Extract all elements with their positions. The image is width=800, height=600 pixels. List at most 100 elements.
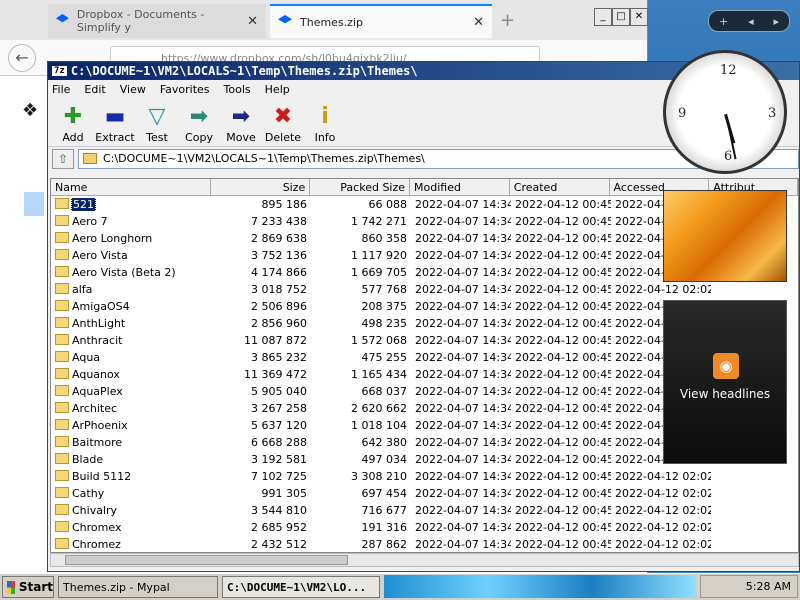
sidebar-controls[interactable]: + ◂ ▸ (708, 10, 790, 32)
address-text: C:\DOCUME~1\VM2\LOCALS~1\Temp\Themes.zip… (103, 152, 425, 165)
minimize-button[interactable]: _ (594, 8, 612, 26)
table-row[interactable]: alfa 3 018 752 577 768 2022-04-07 14:34 2022… (51, 281, 798, 298)
cell-name: AmigaOS4 (51, 300, 211, 313)
info-icon: i (321, 104, 329, 129)
cell-packed: 191 316 (361, 521, 408, 534)
cell-name: Aero 7 (51, 215, 211, 228)
menu-help[interactable]: Help (265, 83, 290, 96)
column-modified[interactable]: Modified (410, 179, 510, 195)
prev-icon[interactable]: ◂ (748, 15, 754, 28)
cell-mod: 2022-04-07 14:34 (415, 453, 511, 466)
column-name[interactable]: Name (51, 179, 211, 195)
tray-clock[interactable]: 5:28 AM (746, 580, 791, 593)
task-7zip[interactable]: C:\DOCUME~1\VM2\LO... (222, 576, 380, 598)
info-button[interactable]: i Info (304, 98, 346, 146)
add-label: Add (62, 131, 84, 144)
next-icon[interactable]: ▸ (774, 15, 780, 28)
menu-tools[interactable]: Tools (224, 83, 251, 96)
column-size[interactable]: Size (211, 179, 311, 195)
dropbox-logo-icon: ❖ (22, 100, 39, 121)
cell-mod: 2022-04-07 14:34 (415, 385, 511, 398)
add-gadget-icon[interactable]: + (719, 15, 728, 28)
new-tab-icon[interactable]: + (500, 10, 515, 31)
tab-dropbox[interactable]: Dropbox - Documents - Simplify y ✕ (48, 4, 266, 38)
cell-packed: 475 255 (361, 351, 408, 364)
extract-button[interactable]: ▬ Extract (94, 98, 136, 146)
scroll-thumb[interactable] (65, 555, 348, 565)
cell-mod: 2022-04-07 14:34 (415, 283, 511, 296)
dropbox-icon (278, 15, 292, 24)
task-mypal[interactable]: Themes.zip - Mypal (58, 576, 218, 598)
menu-file[interactable]: File (52, 83, 70, 96)
column-created[interactable]: Created (510, 179, 610, 195)
taskbar-image (384, 575, 696, 598)
add-button[interactable]: ✚ Add (52, 98, 94, 146)
file-name: Blade (72, 453, 104, 466)
file-name: alfa (72, 283, 93, 296)
tab-strip: Dropbox - Documents - Simplify y ✕ Theme… (0, 0, 648, 40)
cell-name: Baitmore (51, 436, 211, 449)
cell-cre: 2022-04-12 00:45 (515, 283, 611, 296)
cell-acc: 2022-04-12 02:02 (615, 521, 711, 534)
column-packed-size[interactable]: Packed Size (310, 179, 411, 195)
cell-acc: 2022-04-12 02:02 (615, 470, 711, 483)
cell-packed: 208 375 (361, 300, 408, 313)
cell-mod: 2022-04-07 14:34 (415, 521, 511, 534)
file-name: Chivalry (72, 504, 118, 517)
table-row[interactable]: Build 5112 7 102 725 3 308 210 2022-04-07 1… (51, 468, 798, 485)
folder-icon (55, 487, 69, 498)
file-name: Architec (72, 402, 118, 415)
up-folder-icon[interactable]: ⇧ (52, 148, 74, 169)
menu-view[interactable]: View (120, 83, 146, 96)
folder-icon (55, 283, 69, 294)
cell-packed: 577 768 (361, 283, 408, 296)
rss-gadget[interactable]: ◉ View headlines (663, 300, 787, 464)
folder-icon (55, 300, 69, 311)
file-name: Chromex (72, 521, 122, 534)
folder-icon (55, 198, 69, 209)
move-label: Move (226, 131, 256, 144)
maximize-button[interactable]: □ (612, 8, 630, 26)
horizontal-scrollbar[interactable] (50, 553, 799, 567)
delete-button[interactable]: ✖ Delete (262, 98, 304, 146)
cell-packed: 1 165 434 (351, 368, 407, 381)
cell-cre: 2022-04-12 00:45 (515, 487, 611, 500)
cell-name: Aero Vista (Beta 2) (51, 266, 211, 279)
tab-themes[interactable]: Themes.zip ✕ (270, 4, 492, 38)
info-label: Info (314, 131, 336, 144)
cell-packed: 3 308 210 (351, 470, 407, 483)
cell-packed: 66 088 (368, 198, 408, 211)
menu-favorites[interactable]: Favorites (160, 83, 210, 96)
menu-edit[interactable]: Edit (84, 83, 105, 96)
cell-name: Build 5112 (51, 470, 211, 483)
folder-icon (55, 521, 69, 532)
rss-icon: ◉ (713, 353, 739, 379)
cell-size: 6 668 288 (251, 436, 307, 449)
cell-name: Chromex (51, 521, 211, 534)
table-row[interactable]: Chromex 2 685 952 191 316 2022-04-07 14:34 2… (51, 519, 798, 536)
tab-label: Dropbox - Documents - Simplify y (76, 8, 205, 34)
test-button[interactable]: ▽ Test (136, 98, 178, 146)
close-icon[interactable]: ✕ (473, 15, 484, 30)
cell-cre: 2022-04-12 00:45 (515, 232, 611, 245)
back-icon[interactable]: ← (8, 44, 36, 72)
move-button[interactable]: ➡ Move (220, 98, 262, 146)
start-button[interactable]: Start (2, 576, 54, 598)
copy-button[interactable]: ➡ Copy (178, 98, 220, 146)
file-name: Aero Vista (Beta 2) (72, 266, 176, 279)
cell-packed: 860 358 (361, 232, 408, 245)
file-name: Anthracit (72, 334, 123, 347)
cell-cre: 2022-04-12 00:45 (515, 266, 611, 279)
close-button[interactable]: ✕ (630, 8, 648, 26)
table-row[interactable]: Chromez 2 432 512 287 862 2022-04-07 14:34 2… (51, 536, 798, 552)
folder-icon (55, 317, 69, 328)
minus-icon: ▬ (104, 104, 126, 129)
table-row[interactable]: Chivalry 3 544 810 716 677 2022-04-07 14:34… (51, 502, 798, 519)
cell-cre: 2022-04-12 00:45 (515, 198, 611, 211)
cell-packed: 497 034 (361, 453, 408, 466)
folder-icon (24, 192, 44, 216)
close-icon[interactable]: ✕ (247, 14, 258, 29)
folder-icon (55, 334, 69, 345)
folder-icon (55, 504, 69, 515)
table-row[interactable]: Cathy 991 305 697 454 2022-04-07 14:34 2022-… (51, 485, 798, 502)
